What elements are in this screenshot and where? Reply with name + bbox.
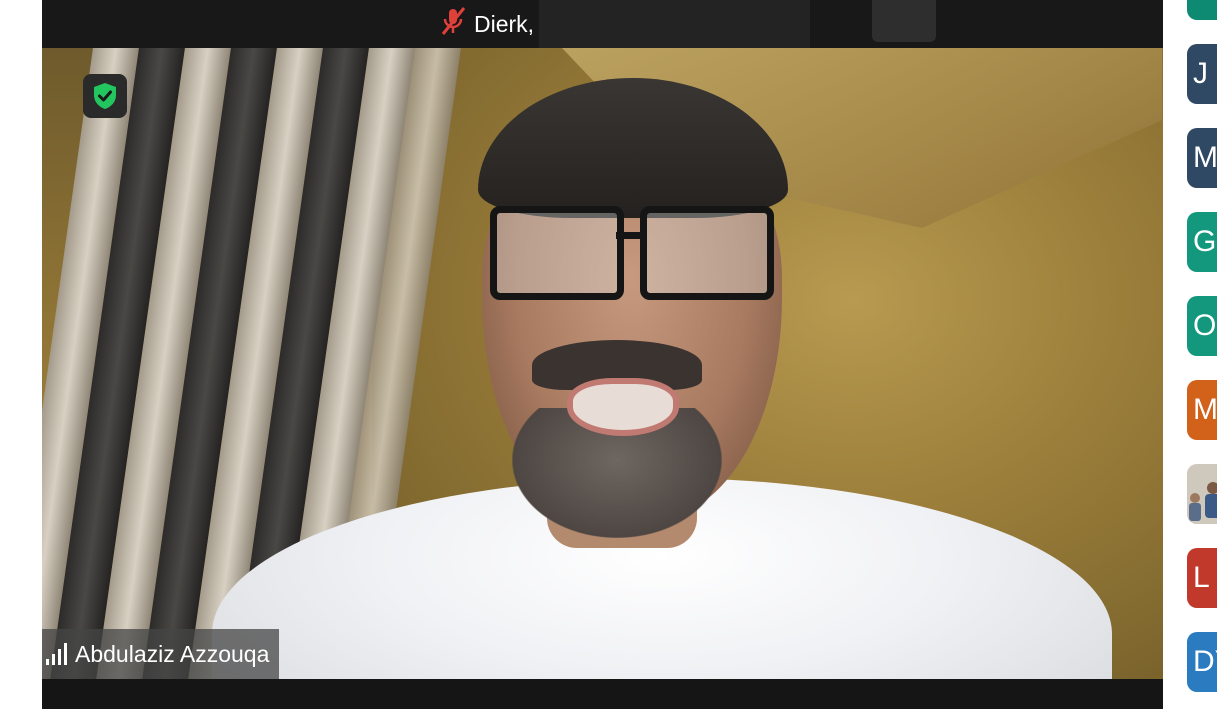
participant-avatar-9[interactable]: DY <box>1187 632 1217 692</box>
top-video-tile[interactable] <box>539 0 810 48</box>
signal-strength-icon <box>46 643 67 665</box>
speaker-video[interactable]: Abdulaziz Azzouqa <box>42 48 1163 679</box>
top-thumbnail-strip: Dierk, CC <box>42 0 1163 48</box>
speaker-name: Abdulaziz Azzouqa <box>75 640 270 667</box>
participant-avatar-4[interactable]: G <box>1187 212 1217 272</box>
participant-initials: O <box>1193 309 1217 342</box>
participant-initials: M <box>1193 393 1217 426</box>
participant-avatar-3[interactable]: M <box>1187 128 1217 188</box>
speaker-figure <box>42 48 1163 679</box>
speaker-name-label: Abdulaziz Azzouqa <box>42 629 280 679</box>
participant-initials: G <box>1193 225 1217 258</box>
participant-initials: J <box>1193 57 1208 90</box>
bottom-bar <box>42 679 1163 709</box>
participant-initials: M <box>1193 141 1217 174</box>
participant-gallery-list: D J M G O M L DY <box>1187 0 1217 709</box>
participant-avatar-1[interactable]: D <box>1187 0 1217 20</box>
participant-initials: DY <box>1193 645 1217 678</box>
participant-avatar-photo[interactable] <box>1187 464 1217 524</box>
participant-avatar-6[interactable]: M <box>1187 380 1217 440</box>
participant-avatar-5[interactable]: O <box>1187 296 1217 356</box>
participant-initials: L <box>1193 561 1210 594</box>
muted-mic-icon <box>438 6 468 42</box>
participant-avatar-2[interactable]: J <box>1187 44 1217 104</box>
top-tile-button[interactable] <box>872 0 936 42</box>
main-video-stage: Dierk, CC Abdulaziz Azzouqa <box>42 0 1163 709</box>
shield-check-icon[interactable] <box>83 74 127 118</box>
participant-initials: D <box>1193 0 1215 7</box>
participant-avatar-8[interactable]: L <box>1187 548 1217 608</box>
